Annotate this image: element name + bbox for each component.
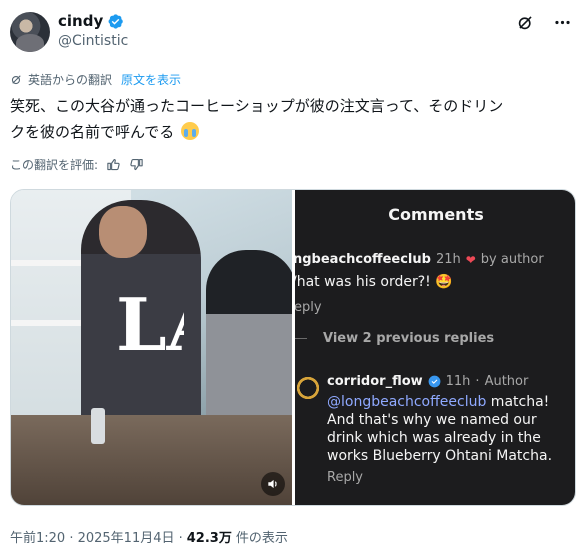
header-actions xyxy=(516,13,572,32)
author-handle[interactable]: @Cintistic xyxy=(58,33,128,49)
comment2-author-label: Author xyxy=(484,374,529,389)
comment1-header: ngbeachcoffeeclub 21h ❤ by author xyxy=(295,252,544,267)
verified-badge-icon xyxy=(428,375,441,388)
comment2-time: 11h xyxy=(445,374,471,389)
comment1-time: 21h xyxy=(435,252,461,267)
view-previous-replies: View 2 previous replies xyxy=(295,331,494,346)
rate-label: この翻訳を評価: xyxy=(10,158,99,172)
tweet-timestamp[interactable]: 午前1:20 · 2025年11月4日 · xyxy=(10,527,183,546)
cctv-photo: LA xyxy=(11,190,292,505)
grok-icon[interactable] xyxy=(516,13,535,32)
comment2-mention: @longbeachcoffeeclub xyxy=(327,394,487,410)
comment2-avatar xyxy=(295,375,321,401)
comment1-text: /hat was his order?! 🤩 xyxy=(295,274,453,290)
view-count: 42.3万 xyxy=(186,531,232,546)
comment1-user: ngbeachcoffeeclub xyxy=(295,252,431,267)
translation-label: 英語からの翻訳 xyxy=(28,73,113,87)
tweet-text-line1: 笑死、この大谷が通ったコーヒーショップが彼の注文言って、そのドリン xyxy=(10,97,504,115)
thumbs-up-icon[interactable] xyxy=(106,157,121,172)
dodgers-la-logo: LA xyxy=(116,282,184,367)
translation-note: 英語からの翻訳 原文を表示 xyxy=(10,71,181,88)
rate-translation: この翻訳を評価: xyxy=(10,156,144,173)
loudly-crying-face-icon xyxy=(181,122,200,140)
heart-icon: ❤ xyxy=(465,252,476,267)
speaker-icon xyxy=(268,479,277,489)
media-image[interactable]: LA Comments ngbeachcoffeeclub 21h ❤ by a… xyxy=(10,189,576,506)
comments-title: Comments xyxy=(388,205,484,224)
thumbs-down-icon[interactable] xyxy=(129,157,144,172)
more-icon[interactable] xyxy=(553,13,572,32)
tweet-post: cindy @Cintistic 英語からの翻訳 原文を表示 笑死、この大谷が通… xyxy=(0,0,586,552)
comment2-reply: Reply xyxy=(327,470,364,485)
comment2-user: corridor_flow xyxy=(327,374,423,389)
mute-button[interactable] xyxy=(261,472,285,496)
comment1-by-author: by author xyxy=(480,252,544,267)
la-logo-text: LA xyxy=(116,282,184,367)
comment1-reply: eply xyxy=(295,300,322,315)
translate-icon xyxy=(11,75,21,85)
star-struck-emoji: 🤩 xyxy=(435,274,453,290)
comment2-text: @longbeachcoffeeclub matcha! And that's … xyxy=(327,394,553,464)
comments-screenshot: Comments ngbeachcoffeeclub 21h ❤ by auth… xyxy=(295,190,575,505)
avatar[interactable] xyxy=(10,12,50,52)
tweet-meta: 午前1:20 · 2025年11月4日 · 42.3万 件の表示 xyxy=(10,527,288,546)
display-name[interactable]: cindy xyxy=(58,12,103,30)
comment2-header: corridor_flow 11h · Author xyxy=(327,374,529,389)
tweet-text-line2: クを彼の名前で呼んでる xyxy=(10,123,175,141)
verified-badge-icon xyxy=(108,13,123,29)
tweet-text: 笑死、この大谷が通ったコーヒーショップが彼の注文言って、そのドリン クを彼の名前… xyxy=(10,93,576,145)
views-label: 件の表示 xyxy=(235,531,288,546)
show-original-link[interactable]: 原文を表示 xyxy=(121,71,181,88)
author-name-row: cindy xyxy=(58,12,124,30)
